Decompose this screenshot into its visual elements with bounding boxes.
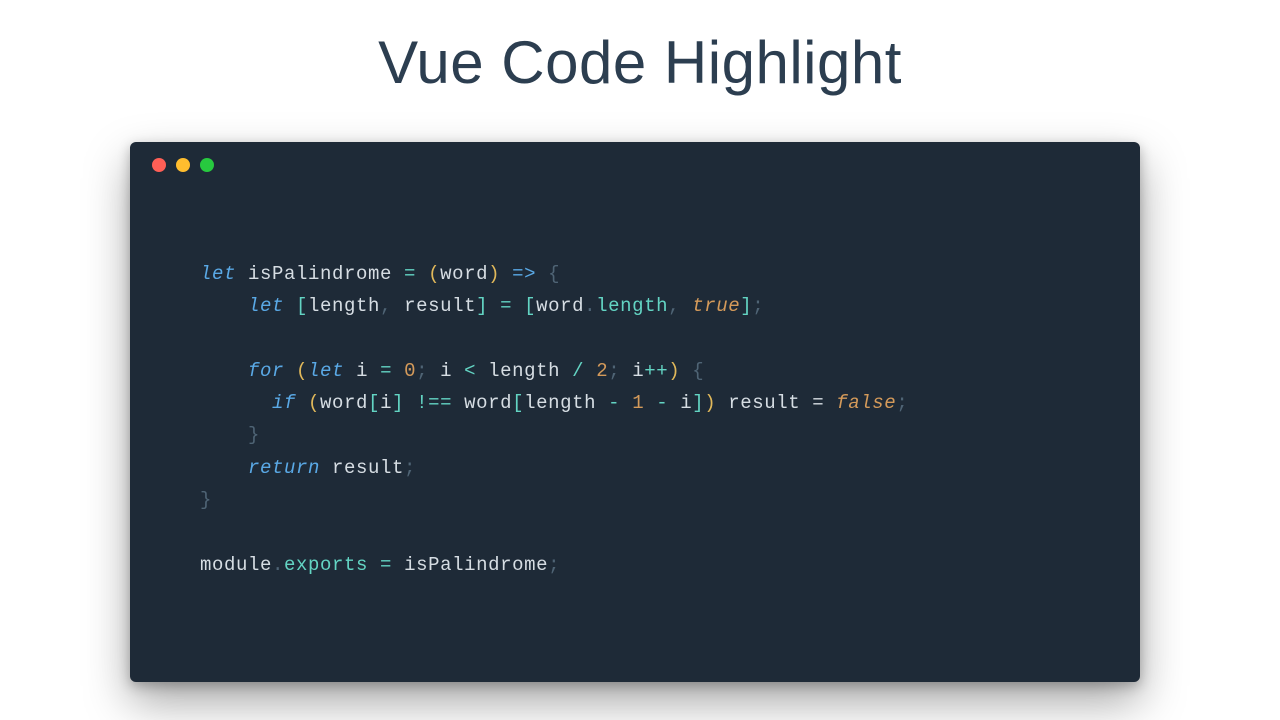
code-token: = — [500, 295, 524, 317]
code-token: } — [200, 489, 212, 511]
code-token: return — [248, 457, 332, 479]
code-token: length — [524, 392, 608, 414]
code-token: i — [380, 392, 392, 414]
code-token: ; — [404, 457, 416, 479]
code-token: => — [512, 263, 548, 285]
code-token: . — [584, 295, 596, 317]
code-token: - — [656, 392, 680, 414]
code-token: let — [308, 360, 356, 382]
code-token — [200, 392, 272, 414]
code-token: length — [596, 295, 668, 317]
code-token: ] — [476, 295, 500, 317]
code-token: [ — [296, 295, 308, 317]
code-token: word — [536, 295, 584, 317]
code-token: ; — [608, 360, 632, 382]
code-token: = — [380, 554, 404, 576]
code-token: isPalindrome — [248, 263, 404, 285]
code-token: ++ — [644, 360, 668, 382]
code-token: ) — [668, 360, 692, 382]
code-token: word — [320, 392, 368, 414]
code-token: ( — [428, 263, 440, 285]
code-token: result — [728, 392, 812, 414]
code-token: i — [680, 392, 692, 414]
code-token: for — [248, 360, 296, 382]
code-token: { — [548, 263, 560, 285]
code-token: word — [440, 263, 488, 285]
code-token: . — [272, 554, 284, 576]
code-token — [200, 360, 248, 382]
code-token: - — [608, 392, 632, 414]
code-token: !== — [416, 392, 464, 414]
code-token: = — [380, 360, 404, 382]
code-token: ) — [704, 392, 728, 414]
code-token: 1 — [632, 392, 656, 414]
code-token: { — [692, 360, 704, 382]
code-token: ] — [740, 295, 752, 317]
code-token: , — [668, 295, 692, 317]
code-token: i — [440, 360, 464, 382]
code-token: let — [248, 295, 296, 317]
code-token: i — [356, 360, 380, 382]
window-titlebar — [130, 142, 1140, 188]
code-token: false — [836, 392, 896, 414]
code-token: word — [464, 392, 512, 414]
code-token: ] — [392, 392, 416, 414]
code-token: [ — [524, 295, 536, 317]
close-icon[interactable] — [152, 158, 166, 172]
code-token: < — [464, 360, 488, 382]
code-token — [200, 295, 248, 317]
code-token: module — [200, 554, 272, 576]
code-token: exports — [284, 554, 380, 576]
code-token: 2 — [596, 360, 608, 382]
minimize-icon[interactable] — [176, 158, 190, 172]
code-token: result — [332, 457, 404, 479]
code-token — [200, 457, 248, 479]
code-token: i — [632, 360, 644, 382]
code-token: } — [248, 424, 260, 446]
code-token: ; — [752, 295, 764, 317]
code-token: [ — [512, 392, 524, 414]
code-token: [ — [368, 392, 380, 414]
code-token: ; — [416, 360, 440, 382]
code-token: ; — [896, 392, 908, 414]
code-block: let isPalindrome = (word) => { let [leng… — [130, 188, 1140, 581]
code-token: ] — [692, 392, 704, 414]
code-token: result — [404, 295, 476, 317]
code-token: , — [380, 295, 404, 317]
zoom-icon[interactable] — [200, 158, 214, 172]
code-token: = — [812, 392, 836, 414]
code-token: / — [572, 360, 596, 382]
code-token — [200, 424, 248, 446]
code-token: isPalindrome — [404, 554, 548, 576]
page-title: Vue Code Highlight — [0, 0, 1280, 97]
page-root: Vue Code Highlight let isPalindrome = (w… — [0, 0, 1280, 720]
code-token: let — [200, 263, 248, 285]
code-token: ( — [308, 392, 320, 414]
code-token: = — [404, 263, 428, 285]
code-token: ( — [296, 360, 308, 382]
code-token: 0 — [404, 360, 416, 382]
code-token: ; — [548, 554, 560, 576]
code-token: length — [488, 360, 572, 382]
code-editor-window: let isPalindrome = (word) => { let [leng… — [130, 142, 1140, 682]
code-token: if — [272, 392, 308, 414]
code-token: length — [308, 295, 380, 317]
code-token: ) — [488, 263, 512, 285]
code-token: true — [692, 295, 740, 317]
